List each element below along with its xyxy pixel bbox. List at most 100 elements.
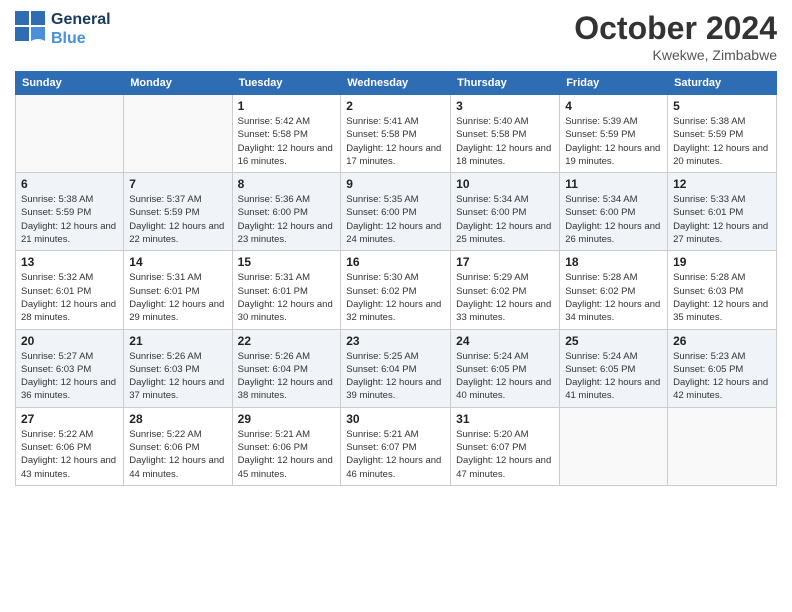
day-number: 18 (565, 255, 662, 269)
calendar-day-cell: 13 Sunrise: 5:32 AM Sunset: 6:01 PM Dayli… (16, 251, 124, 329)
day-detail: Sunrise: 5:33 AM Sunset: 6:01 PM Dayligh… (673, 193, 771, 246)
calendar-day-cell (124, 95, 232, 173)
day-number: 2 (346, 99, 445, 113)
col-monday: Monday (124, 72, 232, 95)
calendar-day-cell: 28 Sunrise: 5:22 AM Sunset: 6:06 PM Dayli… (124, 407, 232, 485)
calendar-day-cell (668, 407, 777, 485)
day-detail: Sunrise: 5:31 AM Sunset: 6:01 PM Dayligh… (238, 271, 336, 324)
page-container: General Blue October 2024 Kwekwe, Zimbab… (0, 0, 792, 612)
day-detail: Sunrise: 5:24 AM Sunset: 6:05 PM Dayligh… (456, 350, 554, 403)
day-detail: Sunrise: 5:42 AM Sunset: 5:58 PM Dayligh… (238, 115, 336, 168)
calendar-day-cell: 21 Sunrise: 5:26 AM Sunset: 6:03 PM Dayli… (124, 329, 232, 407)
logo-icon (15, 11, 47, 43)
day-detail: Sunrise: 5:40 AM Sunset: 5:58 PM Dayligh… (456, 115, 554, 168)
calendar-week-row: 1 Sunrise: 5:42 AM Sunset: 5:58 PM Daylig… (16, 95, 777, 173)
calendar-day-cell: 31Sunrise: 5:20 AM Sunset: 6:07 PM Dayli… (451, 407, 560, 485)
calendar-day-cell: 11 Sunrise: 5:34 AM Sunset: 6:00 PM Dayli… (560, 173, 668, 251)
day-detail: Sunrise: 5:29 AM Sunset: 6:02 PM Dayligh… (456, 271, 554, 324)
day-detail: Sunrise: 5:39 AM Sunset: 5:59 PM Dayligh… (565, 115, 662, 168)
day-number: 1 (238, 99, 336, 113)
day-detail: Sunrise: 5:28 AM Sunset: 6:03 PM Dayligh… (673, 271, 771, 324)
col-tuesday: Tuesday (232, 72, 341, 95)
calendar-week-row: 13 Sunrise: 5:32 AM Sunset: 6:01 PM Dayli… (16, 251, 777, 329)
calendar-day-cell: 5 Sunrise: 5:38 AM Sunset: 5:59 PM Daylig… (668, 95, 777, 173)
calendar-day-cell: 30 Sunrise: 5:21 AM Sunset: 6:07 PM Dayli… (341, 407, 451, 485)
calendar-week-row: 20Sunrise: 5:27 AM Sunset: 6:03 PM Dayli… (16, 329, 777, 407)
calendar-day-cell: 27 Sunrise: 5:22 AM Sunset: 6:06 PM Dayli… (16, 407, 124, 485)
header: General Blue October 2024 Kwekwe, Zimbab… (15, 10, 777, 63)
day-number: 26 (673, 334, 771, 348)
calendar-week-row: 27 Sunrise: 5:22 AM Sunset: 6:06 PM Dayli… (16, 407, 777, 485)
day-number: 5 (673, 99, 771, 113)
calendar-day-cell: 20Sunrise: 5:27 AM Sunset: 6:03 PM Dayli… (16, 329, 124, 407)
calendar-day-cell: 2 Sunrise: 5:41 AM Sunset: 5:58 PM Daylig… (341, 95, 451, 173)
day-detail: Sunrise: 5:25 AM Sunset: 6:04 PM Dayligh… (346, 350, 445, 403)
day-detail: Sunrise: 5:21 AM Sunset: 6:07 PM Dayligh… (346, 428, 445, 481)
day-number: 22 (238, 334, 336, 348)
col-friday: Friday (560, 72, 668, 95)
day-number: 11 (565, 177, 662, 191)
calendar-day-cell: 12 Sunrise: 5:33 AM Sunset: 6:01 PM Dayli… (668, 173, 777, 251)
calendar-day-cell: 14 Sunrise: 5:31 AM Sunset: 6:01 PM Dayli… (124, 251, 232, 329)
calendar-day-cell: 7 Sunrise: 5:37 AM Sunset: 5:59 PM Daylig… (124, 173, 232, 251)
calendar-day-cell: 22 Sunrise: 5:26 AM Sunset: 6:04 PM Dayli… (232, 329, 341, 407)
calendar-day-cell: 10 Sunrise: 5:34 AM Sunset: 6:00 PM Dayli… (451, 173, 560, 251)
day-number: 16 (346, 255, 445, 269)
day-number: 12 (673, 177, 771, 191)
day-detail: Sunrise: 5:26 AM Sunset: 6:03 PM Dayligh… (129, 350, 226, 403)
day-number: 15 (238, 255, 336, 269)
month-title: October 2024 (574, 10, 777, 47)
day-detail: Sunrise: 5:21 AM Sunset: 6:06 PM Dayligh… (238, 428, 336, 481)
calendar-day-cell: 29 Sunrise: 5:21 AM Sunset: 6:06 PM Dayli… (232, 407, 341, 485)
day-number: 14 (129, 255, 226, 269)
day-number: 21 (129, 334, 226, 348)
day-number: 30 (346, 412, 445, 426)
logo: General Blue (15, 10, 111, 48)
day-number: 10 (456, 177, 554, 191)
calendar-day-cell: 26 Sunrise: 5:23 AM Sunset: 6:05 PM Dayli… (668, 329, 777, 407)
day-detail: Sunrise: 5:37 AM Sunset: 5:59 PM Dayligh… (129, 193, 226, 246)
day-number: 29 (238, 412, 336, 426)
day-number: 24 (456, 334, 554, 348)
calendar-day-cell (560, 407, 668, 485)
day-detail: Sunrise: 5:31 AM Sunset: 6:01 PM Dayligh… (129, 271, 226, 324)
day-detail: Sunrise: 5:22 AM Sunset: 6:06 PM Dayligh… (21, 428, 118, 481)
day-detail: Sunrise: 5:22 AM Sunset: 6:06 PM Dayligh… (129, 428, 226, 481)
day-detail: Sunrise: 5:23 AM Sunset: 6:05 PM Dayligh… (673, 350, 771, 403)
day-detail: Sunrise: 5:36 AM Sunset: 6:00 PM Dayligh… (238, 193, 336, 246)
day-detail: Sunrise: 5:20 AM Sunset: 6:07 PM Dayligh… (456, 428, 554, 481)
day-number: 27 (21, 412, 118, 426)
day-number: 25 (565, 334, 662, 348)
logo-text: General Blue (51, 10, 111, 48)
day-detail: Sunrise: 5:38 AM Sunset: 5:59 PM Dayligh… (21, 193, 118, 246)
calendar-week-row: 6 Sunrise: 5:38 AM Sunset: 5:59 PM Daylig… (16, 173, 777, 251)
calendar-day-cell: 23Sunrise: 5:25 AM Sunset: 6:04 PM Dayli… (341, 329, 451, 407)
day-number: 9 (346, 177, 445, 191)
calendar-day-cell: 4 Sunrise: 5:39 AM Sunset: 5:59 PM Daylig… (560, 95, 668, 173)
day-number: 6 (21, 177, 118, 191)
calendar-day-cell: 6 Sunrise: 5:38 AM Sunset: 5:59 PM Daylig… (16, 173, 124, 251)
day-number: 4 (565, 99, 662, 113)
calendar-day-cell: 3 Sunrise: 5:40 AM Sunset: 5:58 PM Daylig… (451, 95, 560, 173)
day-detail: Sunrise: 5:38 AM Sunset: 5:59 PM Dayligh… (673, 115, 771, 168)
calendar-day-cell: 16Sunrise: 5:30 AM Sunset: 6:02 PM Dayli… (341, 251, 451, 329)
col-thursday: Thursday (451, 72, 560, 95)
day-number: 28 (129, 412, 226, 426)
calendar-day-cell: 18 Sunrise: 5:28 AM Sunset: 6:02 PM Dayli… (560, 251, 668, 329)
day-detail: Sunrise: 5:34 AM Sunset: 6:00 PM Dayligh… (456, 193, 554, 246)
day-detail: Sunrise: 5:41 AM Sunset: 5:58 PM Dayligh… (346, 115, 445, 168)
day-detail: Sunrise: 5:35 AM Sunset: 6:00 PM Dayligh… (346, 193, 445, 246)
calendar-day-cell: 15 Sunrise: 5:31 AM Sunset: 6:01 PM Dayli… (232, 251, 341, 329)
calendar-day-cell: 19Sunrise: 5:28 AM Sunset: 6:03 PM Dayli… (668, 251, 777, 329)
calendar-day-cell (16, 95, 124, 173)
calendar-day-cell: 17Sunrise: 5:29 AM Sunset: 6:02 PM Dayli… (451, 251, 560, 329)
day-number: 7 (129, 177, 226, 191)
day-detail: Sunrise: 5:28 AM Sunset: 6:02 PM Dayligh… (565, 271, 662, 324)
day-detail: Sunrise: 5:34 AM Sunset: 6:00 PM Dayligh… (565, 193, 662, 246)
day-detail: Sunrise: 5:32 AM Sunset: 6:01 PM Dayligh… (21, 271, 118, 324)
day-number: 13 (21, 255, 118, 269)
calendar-header-row: Sunday Monday Tuesday Wednesday Thursday… (16, 72, 777, 95)
day-number: 3 (456, 99, 554, 113)
calendar-day-cell: 25Sunrise: 5:24 AM Sunset: 6:05 PM Dayli… (560, 329, 668, 407)
day-detail: Sunrise: 5:26 AM Sunset: 6:04 PM Dayligh… (238, 350, 336, 403)
